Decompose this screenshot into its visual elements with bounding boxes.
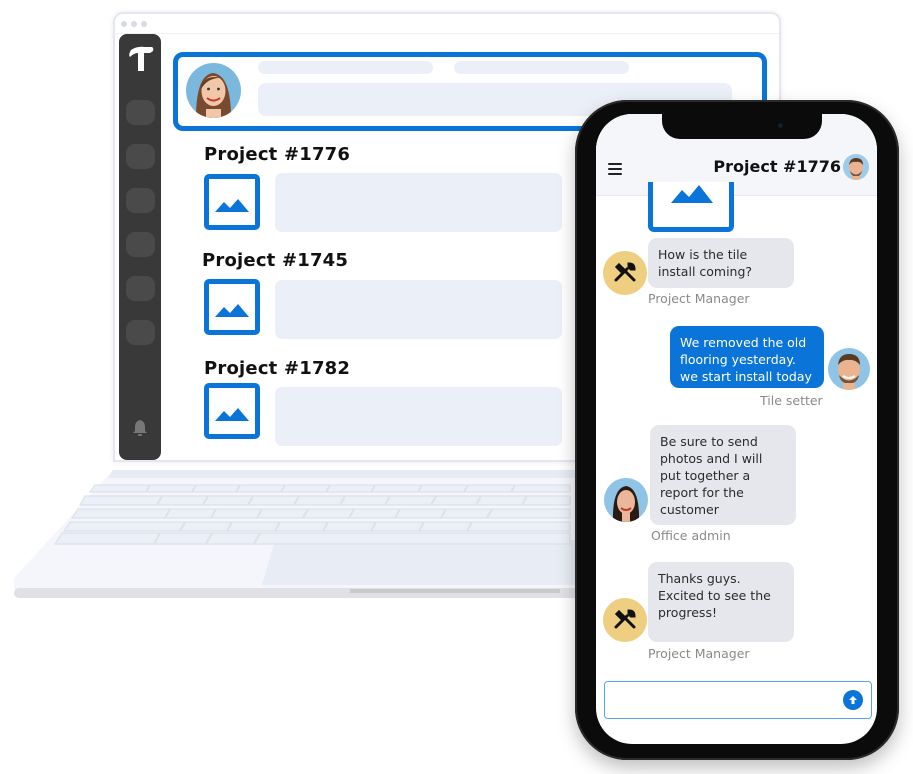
window-maximize-button[interactable] xyxy=(141,21,147,27)
message-sender: Project Manager xyxy=(648,646,750,661)
hamburger-menu-icon[interactable] xyxy=(608,163,622,175)
sidebar-item-3[interactable] xyxy=(126,188,155,213)
message-sender: Project Manager xyxy=(648,291,750,306)
window-close-button[interactable] xyxy=(121,21,127,27)
bell-icon[interactable] xyxy=(132,417,148,437)
project-description-skeleton xyxy=(275,173,562,232)
sidebar-item-5[interactable] xyxy=(126,276,155,301)
man-avatar[interactable] xyxy=(843,154,869,180)
skeleton-line xyxy=(454,61,629,74)
send-button[interactable] xyxy=(843,690,863,710)
shared-image-icon[interactable] xyxy=(648,182,734,232)
phone-screen: Project #1776 How is the tile install co… xyxy=(596,114,877,744)
window-titlebar xyxy=(115,14,779,34)
sidebar-item-2[interactable] xyxy=(126,144,155,169)
phone-notch xyxy=(662,114,822,139)
app-sidebar xyxy=(119,34,161,460)
arrow-up-icon xyxy=(849,696,857,704)
message-bubble-incoming: Thanks guys. Excited to see the progress… xyxy=(648,562,794,642)
sidebar-item-1[interactable] xyxy=(126,100,155,125)
woman-avatar xyxy=(186,63,241,118)
woman-avatar xyxy=(604,478,648,522)
image-icon[interactable] xyxy=(204,174,260,230)
image-icon[interactable] xyxy=(204,279,260,335)
man-avatar xyxy=(828,348,870,390)
message-bubble-outgoing: We removed the old flooring yesterday. w… xyxy=(670,326,824,388)
phone-device: Project #1776 How is the tile install co… xyxy=(575,100,899,760)
message-input[interactable] xyxy=(604,681,872,719)
message-bubble-incoming: Be sure to send photos and I will put to… xyxy=(650,425,796,525)
sidebar-item-4[interactable] xyxy=(126,232,155,257)
tools-icon xyxy=(603,598,647,642)
skeleton-line xyxy=(258,61,433,74)
hero-illustration: Project #1776 Project #1745 Project #178… xyxy=(0,0,913,774)
message-bubble-incoming: How is the tile install coming? xyxy=(648,238,794,288)
chat-title: Project #1776 xyxy=(713,157,841,176)
project-description-skeleton xyxy=(275,387,562,446)
project-title[interactable]: Project #1776 xyxy=(204,144,350,165)
hammer-icon[interactable] xyxy=(125,44,155,74)
message-sender: Office admin xyxy=(651,528,731,543)
project-description-skeleton xyxy=(275,280,562,339)
project-title[interactable]: Project #1745 xyxy=(202,250,348,271)
message-sender: Tile setter xyxy=(760,393,823,408)
tools-icon xyxy=(603,251,647,295)
image-icon[interactable] xyxy=(204,383,260,439)
sidebar-item-6[interactable] xyxy=(126,320,155,345)
window-minimize-button[interactable] xyxy=(131,21,137,27)
chat-thread: How is the tile install coming? Project … xyxy=(596,182,877,666)
project-title[interactable]: Project #1782 xyxy=(204,358,350,379)
